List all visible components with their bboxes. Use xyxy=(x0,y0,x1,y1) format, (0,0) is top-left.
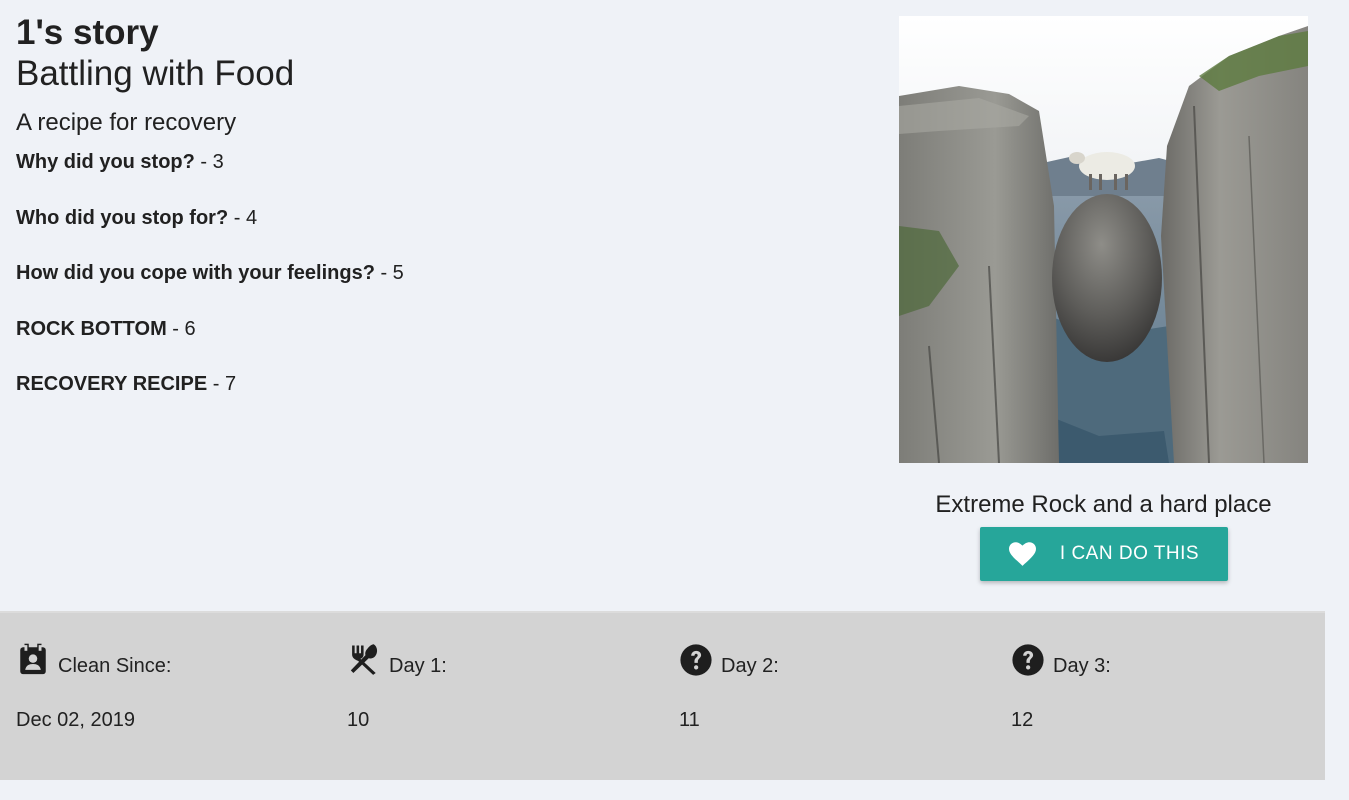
question-label: Who did you stop for? xyxy=(16,206,229,229)
stat-value: 11 xyxy=(679,709,700,731)
heart-icon xyxy=(1008,542,1036,566)
stat-header: Day 1: xyxy=(347,635,647,677)
story-image xyxy=(899,16,1308,463)
answer-value: - 3 xyxy=(194,151,224,173)
utensils-icon xyxy=(350,644,378,675)
question-label: How did you cope with your feelings? xyxy=(16,262,375,284)
question-circle-icon xyxy=(680,644,712,676)
stat-header: Day 3: xyxy=(1011,635,1311,677)
answer-value: - 7 xyxy=(207,373,237,395)
button-label: I CAN DO THIS xyxy=(1059,543,1200,564)
story-item-rock-bottom: ROCK BOTTOM - 6 xyxy=(16,315,836,343)
answer-value: - 6 xyxy=(166,317,196,340)
image-caption: Extreme Rock and a hard place xyxy=(935,491,1272,518)
question-label: Why did you stop? xyxy=(16,151,195,173)
stat-label: Clean Since: xyxy=(58,655,172,677)
stat-day-2: Day 2: 11 xyxy=(679,635,979,732)
story-item-recovery-recipe: RECOVERY RECIPE - 7 xyxy=(16,370,836,398)
story-page: 1's story Battling with Food A recipe fo… xyxy=(0,0,1349,800)
question-circle-icon xyxy=(1012,644,1044,676)
stat-value: 10 xyxy=(347,709,370,731)
story-title: Battling with Food xyxy=(16,54,295,93)
answer-value: - 4 xyxy=(228,206,258,229)
story-section: 1's story Battling with Food A recipe fo… xyxy=(16,12,836,426)
stat-header: Day 2: xyxy=(679,635,979,677)
stat-header: Clean Since: xyxy=(16,635,316,677)
stats-bar: Clean Since: Dec 02, 2019 Day 1: 10 Day … xyxy=(0,611,1325,780)
story-item-who-stop-for: Who did you stop for? - 4 xyxy=(16,204,836,232)
story-image-card: Extreme Rock and a hard place I CAN DO T… xyxy=(899,16,1308,581)
question-label: RECOVERY RECIPE xyxy=(16,373,208,395)
stat-value: Dec 02, 2019 xyxy=(16,709,135,731)
stat-label: Day 3: xyxy=(1053,655,1111,677)
stat-day-1: Day 1: 10 xyxy=(347,635,647,732)
stat-label: Day 2: xyxy=(721,655,779,677)
i-can-do-this-button[interactable]: I CAN DO THIS xyxy=(980,527,1228,581)
answer-value: - 5 xyxy=(374,262,404,284)
calendar-contact-icon xyxy=(20,643,46,675)
stat-value: 12 xyxy=(1011,709,1034,731)
story-author-heading: 1's story xyxy=(16,13,159,52)
stat-day-3: Day 3: 12 xyxy=(1011,635,1311,732)
story-item-coping: How did you cope with your feelings? - 5 xyxy=(16,259,836,287)
stat-clean-since: Clean Since: Dec 02, 2019 xyxy=(16,635,316,732)
story-question-list: Why did you stop? - 3 Who did you stop f… xyxy=(16,148,836,398)
story-item-why-stop: Why did you stop? - 3 xyxy=(16,148,836,176)
question-label: ROCK BOTTOM xyxy=(16,317,167,340)
story-subtitle: A recipe for recovery xyxy=(16,109,237,136)
stat-label: Day 1: xyxy=(389,655,447,677)
